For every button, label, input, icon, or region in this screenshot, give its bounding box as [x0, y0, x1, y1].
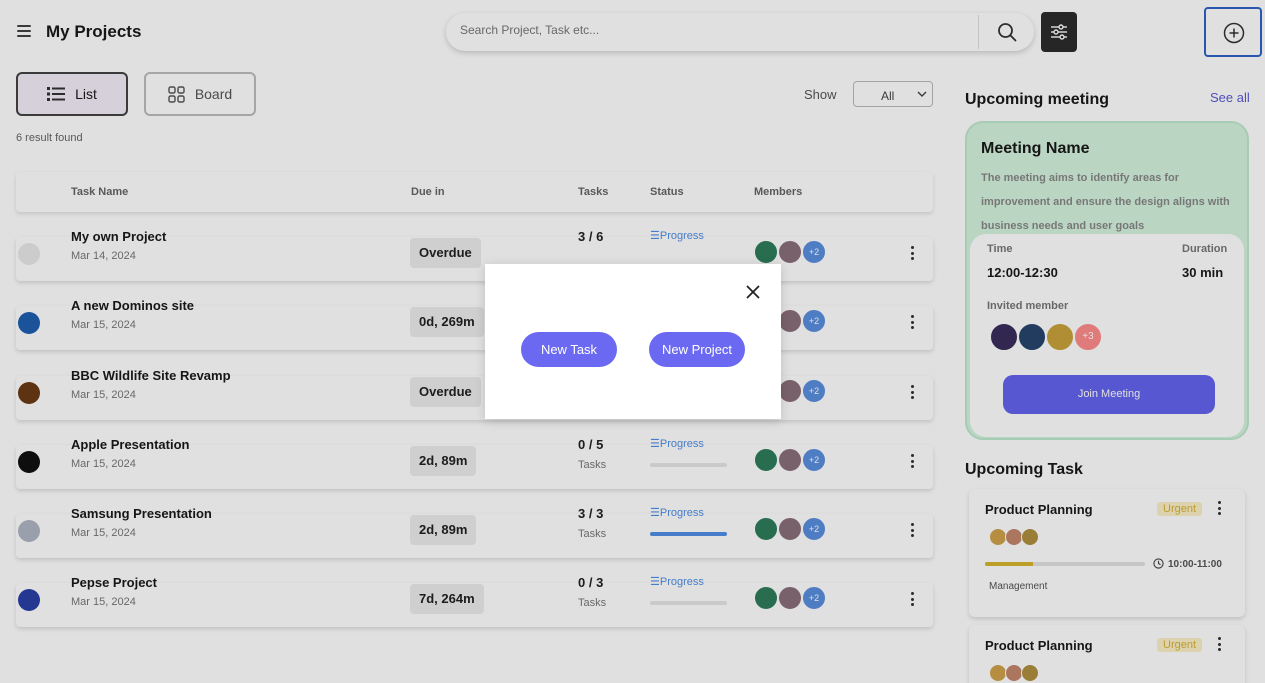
new-project-button[interactable]: New Project — [649, 332, 745, 367]
new-task-button[interactable]: New Task — [521, 332, 617, 367]
close-icon[interactable] — [745, 284, 761, 300]
create-modal: New Task New Project — [485, 264, 781, 419]
